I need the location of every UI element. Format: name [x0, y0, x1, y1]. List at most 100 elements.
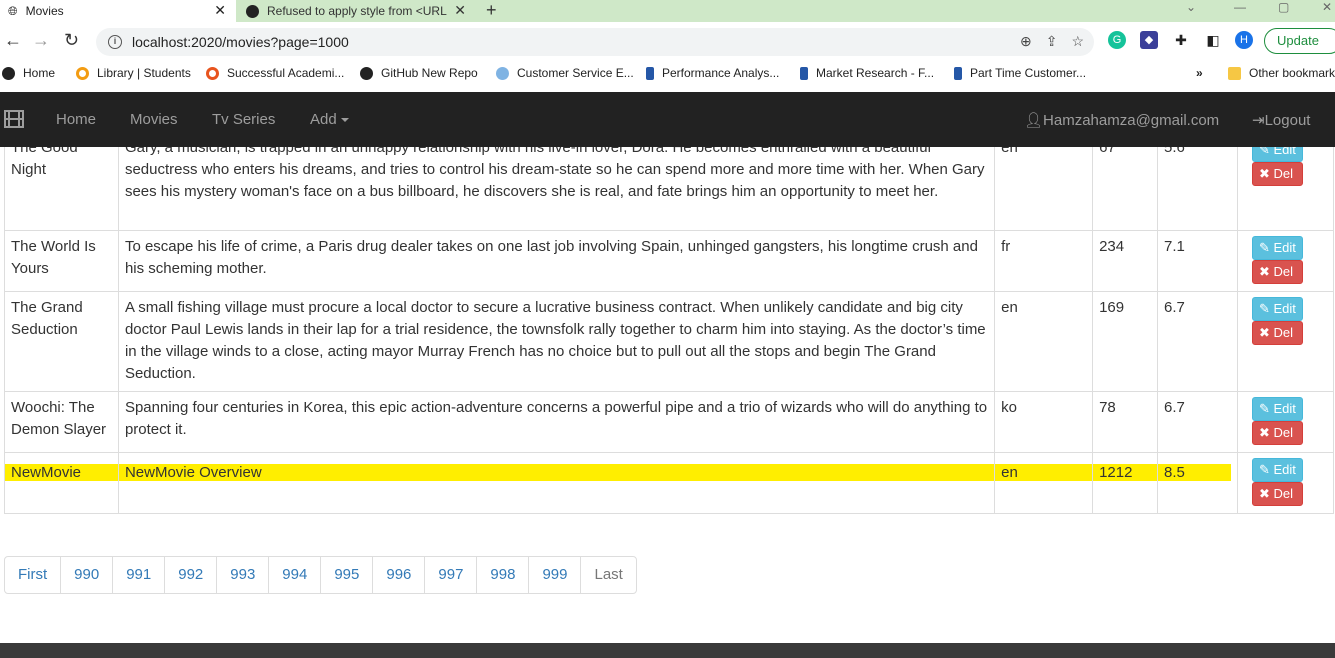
- close-window-icon[interactable]: ✕: [1322, 0, 1332, 14]
- edit-button[interactable]: ✎ Edit: [1251, 458, 1303, 482]
- highlight-bar: 8.5: [1158, 464, 1231, 481]
- edit-icon: ✎: [1258, 462, 1270, 477]
- back-icon[interactable]: ←: [4, 30, 22, 51]
- nav-user[interactable]: 👤︎Hamzahamza@gmail.com: [1024, 111, 1219, 129]
- delete-button[interactable]: ✖ Del: [1251, 321, 1303, 345]
- edit-icon: ✎: [1258, 401, 1270, 416]
- movie-overview: NewMovie Overview: [117, 452, 996, 514]
- user-email: Hamzahamza@gmail.com: [1043, 112, 1220, 129]
- bookmark-library[interactable]: Library | Students: [76, 66, 191, 80]
- movie-rating: 6.7: [1157, 391, 1238, 453]
- movie-language: en: [994, 452, 1094, 514]
- tab-search-icon[interactable]: ⌄: [1186, 0, 1196, 14]
- github-icon: [246, 4, 259, 18]
- movie-overview: A small fishing village must procure a l…: [117, 291, 996, 392]
- extension-cube-icon[interactable]: ◆: [1140, 31, 1158, 49]
- highlight-bar: NewMovie: [5, 464, 118, 481]
- bookmark-part-time[interactable]: Part Time Customer...: [954, 66, 1086, 80]
- movie-overview: To escape his life of crime, a Paris dru…: [117, 230, 996, 292]
- table-row-highlighted: NewMovie NewMovie Overview en 1212 8.5 ✎…: [4, 452, 1335, 514]
- movie-votes: 78: [1092, 391, 1159, 453]
- extensions-puzzle-icon[interactable]: ✚: [1172, 31, 1190, 49]
- page-link[interactable]: 998: [477, 557, 530, 593]
- bookmark-star-icon[interactable]: ☆: [1071, 33, 1084, 50]
- address-bar-row: ← → ↻ i localhost:2020/movies?page=1000 …: [0, 22, 1335, 60]
- row-actions: ✎ Edit ✖ Del: [1236, 391, 1335, 453]
- bookmark-successful[interactable]: Successful Academi...: [206, 66, 344, 80]
- movie-rating: 7.1: [1157, 230, 1238, 292]
- bookmark-github[interactable]: GitHub New Repo: [360, 66, 478, 80]
- caret-down-icon: [340, 118, 349, 123]
- tab-movies[interactable]: 🌐︎ Movies ✕: [0, 0, 236, 22]
- profile-avatar[interactable]: H: [1235, 31, 1253, 49]
- close-tab-icon[interactable]: ✕: [214, 2, 226, 19]
- logout-icon: ⇥: [1252, 112, 1265, 129]
- maximize-icon[interactable]: ▢: [1278, 0, 1289, 14]
- film-icon[interactable]: [4, 109, 24, 129]
- page-link[interactable]: 992: [165, 557, 218, 593]
- page-link[interactable]: 991: [113, 557, 166, 593]
- page-link[interactable]: 997: [425, 557, 478, 593]
- page-link[interactable]: 995: [321, 557, 374, 593]
- indeed-icon: [646, 66, 654, 80]
- movie-title: Woochi: The Demon Slayer: [4, 391, 119, 453]
- minimize-icon[interactable]: —: [1234, 0, 1246, 14]
- edit-button[interactable]: ✎ Edit: [1251, 236, 1303, 260]
- app-navbar: Home Movies Tv Series Add 👤︎Hamzahamza@g…: [0, 92, 1335, 147]
- movie-language: en: [994, 135, 1094, 231]
- close-icon: ✖: [1258, 486, 1270, 501]
- close-icon: ✖: [1258, 166, 1270, 181]
- nav-add-dropdown[interactable]: Add: [310, 111, 349, 128]
- nav-movies[interactable]: Movies: [130, 111, 178, 128]
- movie-language: fr: [994, 230, 1094, 292]
- nav-logout[interactable]: ⇥Logout: [1252, 111, 1310, 129]
- url-text[interactable]: localhost:2020/movies?page=1000: [132, 34, 349, 50]
- delete-button[interactable]: ✖ Del: [1251, 482, 1303, 506]
- grammarly-icon[interactable]: G: [1108, 31, 1126, 49]
- page-link[interactable]: 994: [269, 557, 322, 593]
- zoom-icon[interactable]: ⊕: [1020, 33, 1032, 50]
- tab-refused-style[interactable]: Refused to apply style from <URL ✕: [236, 0, 476, 22]
- close-tab-icon[interactable]: ✕: [454, 2, 466, 19]
- movie-language: en: [994, 291, 1094, 392]
- side-panel-icon[interactable]: ◧: [1204, 31, 1222, 49]
- edit-button[interactable]: ✎ Edit: [1251, 297, 1303, 321]
- nav-tv-series[interactable]: Tv Series: [212, 111, 275, 128]
- movie-language: ko: [994, 391, 1094, 453]
- bookmark-home[interactable]: Home: [2, 66, 55, 80]
- row-actions: ✎ Edit ✖ Del: [1236, 230, 1335, 292]
- highlight-bar: en: [995, 464, 1093, 481]
- edit-button[interactable]: ✎ Edit: [1251, 397, 1303, 421]
- pagination: First 990 991 992 993 994 995 996 997 99…: [4, 556, 637, 594]
- more-bookmarks-icon[interactable]: »: [1196, 66, 1203, 80]
- bookmark-customer-service[interactable]: Customer Service E...: [496, 66, 634, 80]
- site-info-icon[interactable]: i: [108, 35, 122, 49]
- edit-icon: ✎: [1258, 240, 1270, 255]
- nav-home[interactable]: Home: [56, 111, 96, 128]
- delete-button[interactable]: ✖ Del: [1251, 421, 1303, 445]
- delete-button[interactable]: ✖ Del: [1251, 260, 1303, 284]
- folder-icon: [1228, 66, 1241, 80]
- omnibox[interactable]: i localhost:2020/movies?page=1000 ⊕ ⇪ ☆: [96, 28, 1094, 56]
- update-button[interactable]: Update: [1264, 28, 1335, 54]
- page-link[interactable]: 996: [373, 557, 426, 593]
- page-first[interactable]: First: [5, 557, 62, 593]
- bookmark-performance[interactable]: Performance Analys...: [646, 66, 779, 80]
- delete-button[interactable]: ✖ Del: [1251, 162, 1303, 186]
- movie-votes: 234: [1092, 230, 1159, 292]
- new-tab-icon[interactable]: +: [486, 0, 497, 21]
- page-link[interactable]: 993: [217, 557, 270, 593]
- movie-votes: 67: [1092, 135, 1159, 231]
- close-icon: ✖: [1258, 425, 1270, 440]
- movie-title: The Grand Seduction: [4, 291, 119, 392]
- bookmark-market-research[interactable]: Market Research - F...: [800, 66, 934, 80]
- page-link[interactable]: 990: [61, 557, 114, 593]
- reload-icon[interactable]: ↻: [64, 30, 79, 51]
- movie-title: NewMovie: [4, 452, 119, 514]
- forward-icon[interactable]: →: [32, 30, 50, 51]
- share-icon[interactable]: ⇪: [1046, 33, 1058, 50]
- highlight-bar: 1212: [1093, 464, 1158, 481]
- page-link[interactable]: 999: [529, 557, 582, 593]
- other-bookmarks[interactable]: Other bookmark: [1228, 66, 1335, 80]
- ring-icon: [206, 66, 219, 80]
